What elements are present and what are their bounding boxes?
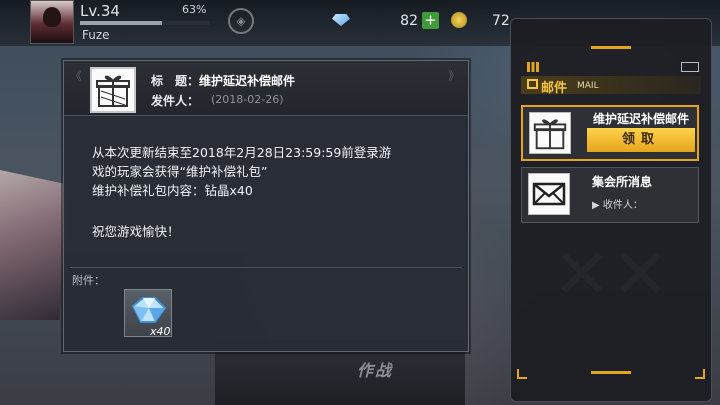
exp-bar bbox=[80, 21, 210, 25]
corner-chevron-icon: 》 bbox=[448, 69, 461, 83]
mail-detail-header: 标 题： 维护延迟补偿邮件 发件人： (2018-02-26) 《 》 bbox=[64, 61, 468, 116]
mail-greeting: 祝您游戏愉快！ bbox=[92, 224, 180, 239]
exp-percent: 63% bbox=[182, 3, 207, 16]
gift-icon bbox=[90, 67, 136, 113]
corner-bracket bbox=[517, 369, 527, 379]
subject-label: 标 题： bbox=[151, 74, 200, 88]
corner-chevron-icon: 《 bbox=[70, 69, 83, 83]
divider bbox=[70, 267, 462, 268]
gem-icon bbox=[332, 14, 350, 26]
mail-body: 从本次更新结束至2018年2月28日23:59:59前登录游 戏的玩家会获得“维… bbox=[92, 145, 392, 198]
sender-label: 发件人： bbox=[151, 94, 200, 108]
mail-list-item-selected[interactable]: 维护延迟补偿邮件 领取 bbox=[521, 105, 699, 161]
gift-icon bbox=[529, 112, 571, 154]
attachments-label: 附件： bbox=[72, 274, 105, 287]
mail-list-subtitle: MAIL bbox=[577, 81, 599, 91]
accent-bar bbox=[591, 46, 631, 49]
mail-list-item[interactable]: 集会所消息 ▶ 收件人： bbox=[521, 167, 699, 223]
mail-list-title: 邮件 bbox=[541, 81, 568, 96]
battery-icon bbox=[681, 62, 699, 72]
corner-bracket bbox=[695, 369, 705, 379]
player-avatar[interactable] bbox=[30, 0, 74, 44]
exp-bar-fill bbox=[80, 21, 162, 25]
player-level: Lv.34 bbox=[80, 2, 120, 20]
gem-count: 82 bbox=[400, 13, 418, 29]
signal-icon bbox=[527, 62, 539, 72]
decorative-x-emblem: ✕✕ bbox=[552, 233, 670, 315]
mail-item-recipient: ▶ 收件人： bbox=[592, 200, 643, 211]
mailbox-icon bbox=[527, 79, 538, 89]
character-art bbox=[0, 170, 70, 320]
player-name: Fuze bbox=[82, 28, 110, 42]
accent-bar bbox=[591, 371, 631, 374]
coin-icon bbox=[451, 12, 467, 28]
claim-button[interactable]: 领取 bbox=[587, 128, 695, 152]
recipient-label: 收件人： bbox=[602, 200, 643, 211]
mail-item-title: 集会所消息 bbox=[592, 175, 653, 189]
coin-count: 72 bbox=[492, 13, 510, 29]
battle-button[interactable]: 作战 bbox=[335, 356, 415, 386]
mail-list-panel: 邮件 MAIL 维护延迟补偿邮件 领取 集会所消息 ▶ 收件人： ✕✕ bbox=[510, 18, 712, 402]
envelope-icon bbox=[528, 173, 570, 215]
plus-icon[interactable]: + bbox=[422, 12, 439, 29]
mail-item-title: 维护延迟补偿邮件 bbox=[593, 112, 690, 126]
mail-detail-panel: 标 题： 维护延迟补偿邮件 发件人： (2018-02-26) 《 》 从本次更… bbox=[63, 60, 469, 352]
attachment-quantity: x40 bbox=[150, 325, 171, 338]
mail-subject: 维护延迟补偿邮件 bbox=[199, 74, 296, 88]
mail-date: (2018-02-26) bbox=[211, 93, 284, 106]
emblem-icon[interactable]: ◈ bbox=[228, 8, 254, 34]
